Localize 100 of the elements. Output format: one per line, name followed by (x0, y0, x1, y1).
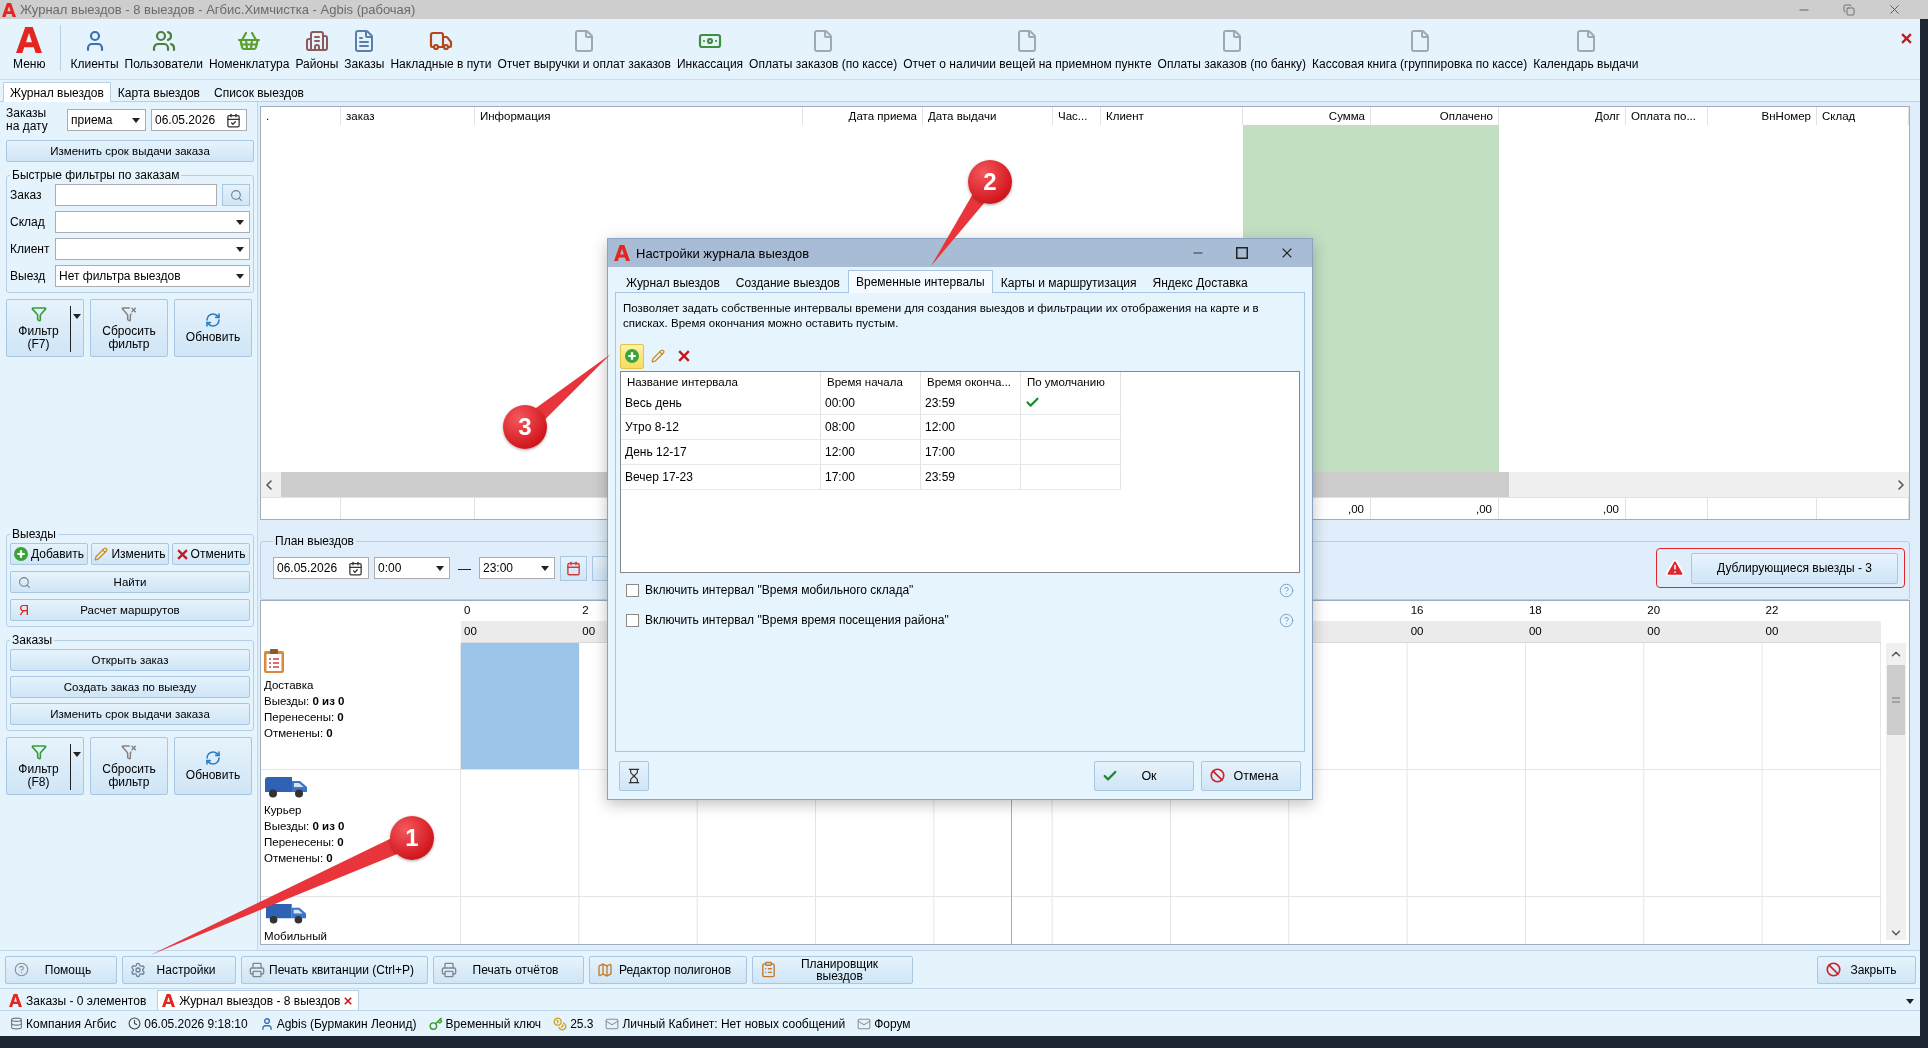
toolbar-button[interactable]: Оплаты заказов (по банку) (1154, 19, 1310, 79)
order-action-button[interactable]: Создать заказ по выезду (10, 676, 250, 698)
date-field[interactable]: 06.05.2026 (151, 109, 247, 131)
toolbar-button[interactable]: Заказы (341, 19, 388, 79)
help-icon[interactable] (1279, 612, 1294, 628)
toolbar-button[interactable]: Кассовая книга (группировка по кассе) (1309, 19, 1531, 79)
column-header[interactable]: заказ (341, 107, 475, 125)
toolbar-button[interactable]: Пользователи (121, 19, 206, 79)
caret-icon[interactable] (73, 752, 81, 757)
column-header[interactable]: Время оконча... (927, 375, 1012, 388)
footer-button[interactable]: Печать квитанции (Ctrl+P) (241, 955, 428, 984)
refresh-button[interactable]: Обновить (174, 737, 252, 795)
window-title: Журнал выездов - 8 выездов - Агбис.Химчистка - Agbis (рабочая) (20, 2, 416, 17)
calendar-button[interactable] (560, 555, 587, 581)
close-icon[interactable] (1887, 2, 1902, 17)
document-tab[interactable]: Заказы - 0 элементов (4, 990, 154, 1010)
toolbar-button[interactable]: Номенклатура (205, 19, 293, 79)
restore-icon[interactable] (1843, 3, 1855, 16)
checkbox[interactable] (626, 613, 639, 627)
column-header[interactable]: Информация (475, 107, 803, 125)
document-tab[interactable]: Журнал выездов - 8 выездов (157, 990, 360, 1010)
edit-button[interactable]: Изменить (91, 543, 169, 565)
help-icon[interactable] (1279, 582, 1294, 598)
close-icon[interactable] (1901, 33, 1912, 44)
tab[interactable]: Карта выездов (110, 82, 207, 102)
column-header[interactable]: Час... (1053, 107, 1101, 125)
footer-button[interactable]: Печать отчётов (433, 955, 584, 984)
time-dropdown[interactable]: 0:00 (374, 557, 450, 579)
tab[interactable]: Карты и маршрутизация (992, 272, 1145, 293)
column-header[interactable]: Долг (1499, 107, 1626, 125)
caret-icon[interactable] (73, 314, 81, 319)
dropdown-field[interactable] (55, 211, 250, 233)
checkbox[interactable] (626, 583, 639, 597)
time-dropdown[interactable]: 23:00 (479, 557, 555, 579)
toolbar-button[interactable]: Клиенты (67, 19, 122, 79)
find-button[interactable]: Найти (10, 571, 250, 593)
column-header[interactable]: По умолчанию (1027, 375, 1105, 388)
scrollbar-thumb[interactable] (1887, 665, 1905, 735)
column-header[interactable]: Дата приема (803, 107, 923, 125)
calendar-icon[interactable] (226, 112, 241, 128)
date-field[interactable]: 06.05.2026 (273, 557, 369, 579)
add-button[interactable] (620, 343, 644, 369)
footer-button[interactable]: Помощь (5, 955, 117, 984)
search-button[interactable] (222, 184, 250, 206)
toolbar-button[interactable]: Меню (10, 19, 49, 79)
add-button[interactable]: Добавить (10, 543, 88, 565)
column-header[interactable]: ВнНомер (1708, 107, 1817, 125)
change-due-date-button[interactable]: Изменить срок выдачи заказа (6, 140, 254, 162)
tab[interactable]: Яндекс Доставка (1144, 272, 1256, 293)
toolbar-button[interactable]: Инкассация (673, 19, 747, 79)
route-button[interactable]: Я Расчет маршрутов (10, 599, 250, 621)
column-header[interactable]: Склад (1817, 107, 1909, 125)
reset-filter-button[interactable]: Сбросить фильтр (90, 299, 168, 357)
maximize-icon[interactable] (1236, 247, 1248, 259)
ok-button[interactable]: Ок (1094, 760, 1194, 791)
cancel-button[interactable]: Отменить (172, 543, 250, 565)
column-header[interactable]: Оплата по... (1626, 107, 1708, 125)
toolbar-button[interactable]: Накладные в пути (387, 19, 495, 79)
cancel-button[interactable]: Отмена (1201, 760, 1301, 791)
dropdown-field[interactable]: Нет фильтра выездов (55, 265, 250, 287)
column-header[interactable]: Время начала (827, 375, 903, 388)
close-icon[interactable] (344, 996, 353, 1005)
tab[interactable]: Создание выездов (727, 272, 848, 293)
tab[interactable]: Временные интервалы (848, 270, 993, 293)
clock-icon (128, 1017, 142, 1030)
key-icon (428, 1016, 443, 1031)
hourglass-button[interactable] (619, 760, 649, 791)
reset-filter-button[interactable]: Сбросить фильтр (90, 737, 168, 795)
toolbar-button[interactable]: Оплаты заказов (по кассе) (746, 19, 901, 79)
input-field[interactable] (55, 184, 217, 206)
logo-icon (9, 994, 22, 1007)
toolbar-button[interactable]: Районы (292, 19, 342, 79)
order-action-button[interactable]: Открыть заказ (10, 649, 250, 671)
footer-button[interactable]: Редактор полигонов (589, 955, 747, 984)
database-icon (10, 1017, 23, 1030)
tab[interactable]: Список выездов (207, 82, 311, 102)
date-mode-dropdown[interactable]: приема (67, 109, 146, 131)
group-title: План выездов (274, 534, 355, 548)
toolbar-button[interactable]: Отчет выручки и оплат заказов (494, 19, 674, 79)
dropdown-field[interactable] (55, 238, 250, 260)
filter-button[interactable]: Фильтр (F8) (6, 737, 84, 795)
column-header[interactable]: Клиент (1101, 107, 1243, 125)
toolbar-button[interactable]: Календарь выдачи (1530, 19, 1642, 79)
table-cell: Вечер 17-23 (625, 470, 693, 484)
refresh-button[interactable]: Обновить (174, 299, 252, 357)
toolbar-button[interactable]: Отчет о наличии вещей на приемном пункте (900, 19, 1155, 79)
filter-button[interactable]: Фильтр (F7) (6, 299, 84, 357)
caret-icon[interactable] (1906, 998, 1914, 1004)
total-cell: ,00 (1603, 502, 1619, 515)
close-button[interactable]: Закрыть (1817, 955, 1916, 984)
footer-button[interactable]: Планировщик выездов (752, 955, 913, 984)
order-action-button[interactable]: Изменить срок выдачи заказа (10, 703, 250, 725)
column-header[interactable]: Название интервала (627, 375, 738, 388)
tab[interactable]: Журнал выездов (618, 272, 728, 293)
column-header[interactable]: Дата выдачи (923, 107, 1053, 125)
footer-button[interactable]: Настройки (122, 955, 236, 984)
column-header[interactable]: . (261, 107, 341, 125)
duplicates-button[interactable]: Дублирующиеся выезды - 3 (1691, 552, 1898, 584)
tab[interactable]: Журнал выездов (3, 82, 111, 102)
calendar-icon[interactable] (348, 560, 363, 576)
